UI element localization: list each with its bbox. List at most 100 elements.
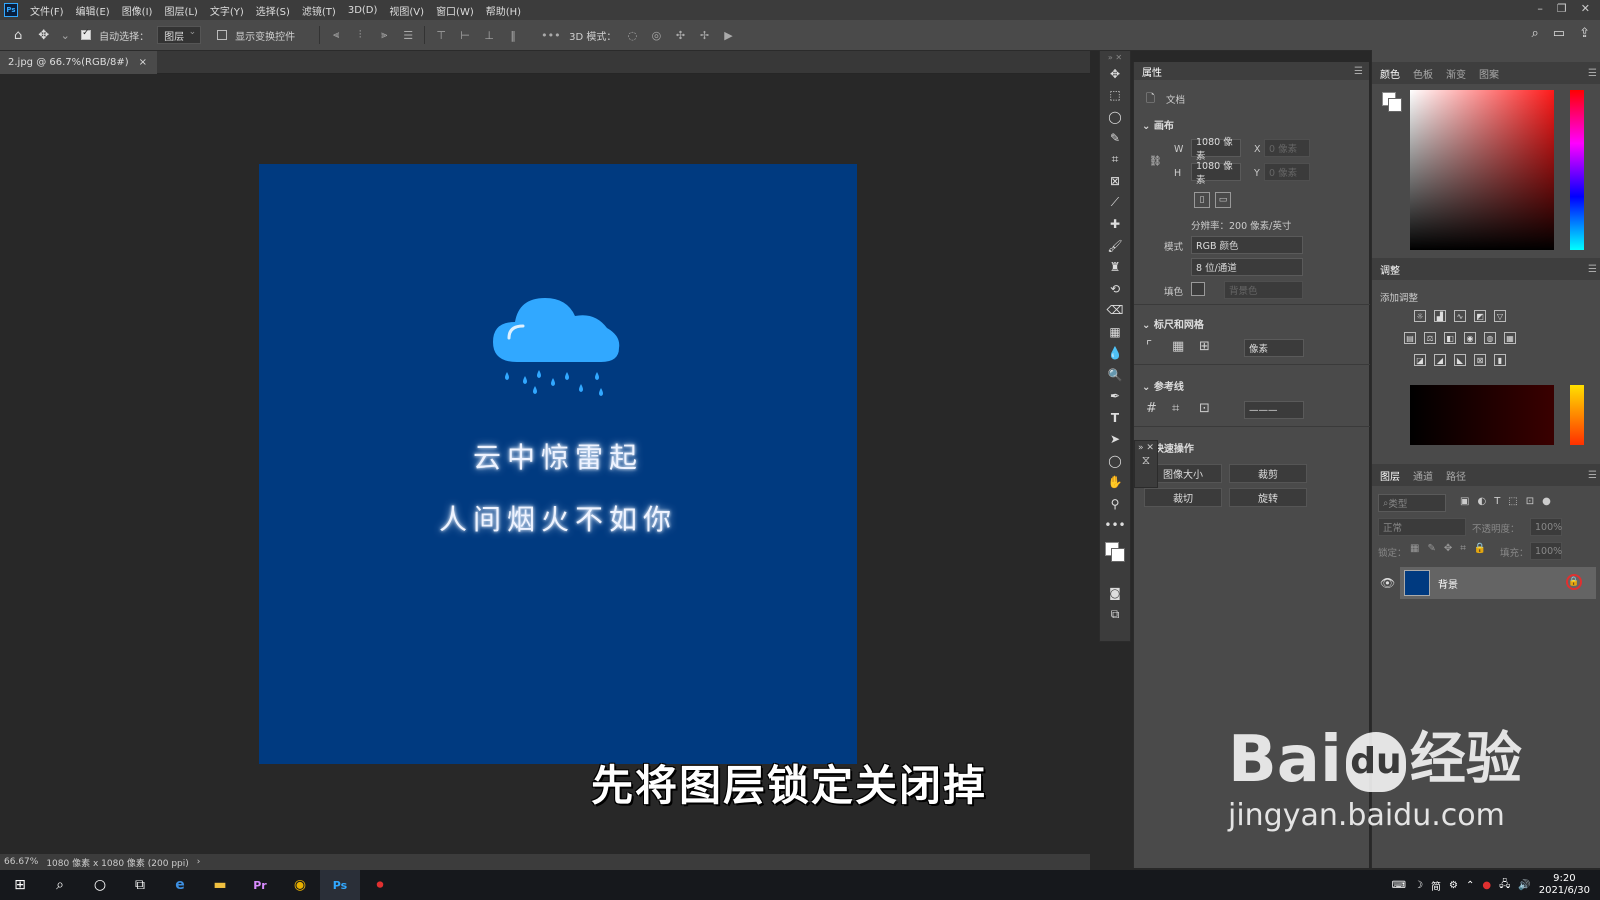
background-color-swatch[interactable] <box>1388 98 1402 112</box>
ellipse-tool-icon[interactable]: ◯ <box>1100 450 1130 472</box>
tab-patterns[interactable]: 图案 <box>1479 66 1499 81</box>
secondary-color-field[interactable] <box>1410 385 1554 445</box>
home-icon[interactable]: ⌂ <box>14 28 22 43</box>
eyedropper-tool-icon[interactable]: ⟋ <box>1100 192 1130 214</box>
history-brush-icon[interactable]: ⟲ <box>1100 278 1130 300</box>
chrome-icon[interactable]: ◉ <box>280 870 320 900</box>
path-select-tool-icon[interactable]: ➤ <box>1100 429 1130 451</box>
move-tool-icon[interactable]: ✥ <box>38 28 49 43</box>
canvas-section[interactable]: ⌄ 画布 <box>1142 117 1174 132</box>
pixel-filter-icon[interactable]: ▣ <box>1460 496 1469 507</box>
threshold-icon[interactable]: ◣ <box>1454 354 1466 366</box>
filter-toggle-icon[interactable]: ● <box>1542 496 1551 507</box>
screen-mode-icon[interactable]: ⧉ <box>1100 604 1130 626</box>
fill-color-swatch[interactable] <box>1191 282 1205 296</box>
auto-select-target-dropdown[interactable]: 图层 <box>157 26 202 44</box>
hand-tool-icon[interactable]: ✋ <box>1100 472 1130 494</box>
smart-object-filter-icon[interactable]: ⊡ <box>1526 496 1534 507</box>
layer-filter-search[interactable]: ⌕ 类型 <box>1378 494 1446 512</box>
premiere-icon[interactable]: Pr <box>240 870 280 900</box>
quick-mask-icon[interactable]: ◙ <box>1100 582 1130 604</box>
bit-depth-dropdown[interactable]: 8 位/通道 <box>1191 258 1303 276</box>
dodge-tool-icon[interactable]: 🔍 <box>1100 364 1130 386</box>
menu-layer[interactable]: 图层(L) <box>158 3 203 18</box>
drag-3d-icon[interactable]: ✣ <box>672 29 688 42</box>
menu-help[interactable]: 帮助(H) <box>480 3 527 18</box>
color-lookup-icon[interactable]: ▦ <box>1504 332 1516 344</box>
shape-filter-icon[interactable]: ⬚ <box>1508 496 1517 507</box>
chevron-up-icon[interactable]: ⌃ <box>1466 880 1474 891</box>
height-field[interactable]: 1080 像素 <box>1191 161 1241 186</box>
tab-color[interactable]: 颜色 <box>1380 66 1400 81</box>
restore-icon[interactable]: ❐ <box>1557 2 1567 15</box>
crop-tool-icon[interactable]: ⌗ <box>1100 149 1130 171</box>
quick-select-tool-icon[interactable]: ✎ <box>1100 128 1130 150</box>
channel-mixer-icon[interactable]: ◍ <box>1484 332 1496 344</box>
blend-mode-dropdown[interactable]: 正常 <box>1378 518 1466 536</box>
move-tool-icon[interactable]: ✥ <box>1100 63 1130 85</box>
stamp-tool-icon[interactable]: ♜ <box>1100 257 1130 279</box>
trim-button[interactable]: 裁切 <box>1144 488 1222 507</box>
ruler-unit-dropdown[interactable]: 像素 <box>1244 339 1304 357</box>
gradient-tool-icon[interactable]: ▦ <box>1100 321 1130 343</box>
photoshop-taskbar-icon[interactable]: Ps <box>320 870 360 900</box>
slide-3d-icon[interactable]: ✢ <box>696 29 712 42</box>
minimize-icon[interactable]: – <box>1537 2 1543 15</box>
posterize-icon[interactable]: ◢ <box>1434 354 1446 366</box>
auto-select-checkbox[interactable] <box>81 28 92 40</box>
chevron-down-icon[interactable]: ⌄ <box>57 29 73 42</box>
clock[interactable]: 9:20 2021/6/30 <box>1539 873 1590 897</box>
document-tab[interactable]: 2.jpg @ 66.7%(RGB/8#) × <box>0 51 158 74</box>
ime-mode-icon[interactable]: ☽ <box>1414 880 1423 891</box>
volume-icon[interactable]: 🔊 <box>1518 880 1530 891</box>
zoom-tool-icon[interactable]: ⚲ <box>1100 493 1130 515</box>
tab-swatches[interactable]: 色板 <box>1413 66 1433 81</box>
guide-style-dropdown[interactable]: ——— <box>1244 401 1304 419</box>
windows-start-icon[interactable]: ⊞ <box>0 870 40 900</box>
tab-paths[interactable]: 路径 <box>1446 468 1466 483</box>
brush-tool-icon[interactable]: 🖌 <box>1100 235 1130 257</box>
marquee-tool-icon[interactable]: ⬚ <box>1100 85 1130 107</box>
exposure-icon[interactable]: ◩ <box>1474 310 1486 322</box>
secondary-hue-slider[interactable] <box>1570 385 1584 445</box>
orbit-3d-icon[interactable]: ◌ <box>624 29 640 42</box>
distribute-icon[interactable]: ☰ <box>400 29 416 42</box>
smart-guides-icon[interactable]: ⌗ <box>1172 401 1179 416</box>
color-swatches[interactable] <box>1100 536 1130 582</box>
align-left-icon[interactable]: ⫷ <box>328 28 344 42</box>
workspace-icon[interactable]: ▭ <box>1553 26 1565 41</box>
blur-tool-icon[interactable]: 💧 <box>1100 343 1130 365</box>
lock-all-icon[interactable]: 🔒 <box>1474 543 1486 554</box>
photo-filter-icon[interactable]: ◉ <box>1464 332 1476 344</box>
invert-icon[interactable]: ◪ <box>1414 354 1426 366</box>
black-white-icon[interactable]: ◧ <box>1444 332 1456 344</box>
y-field[interactable]: 0 像素 <box>1264 163 1310 181</box>
color-field[interactable] <box>1410 90 1554 250</box>
pixel-grid-icon[interactable]: ⊞ <box>1199 339 1210 354</box>
panel-menu-icon[interactable]: ☰ <box>1354 66 1363 77</box>
align-middle-icon[interactable]: ⊢ <box>457 29 473 42</box>
more-options-icon[interactable]: ••• <box>541 29 560 42</box>
levels-icon[interactable]: ▟ <box>1434 310 1446 322</box>
menu-type[interactable]: 文字(Y) <box>204 3 250 18</box>
gradient-map-icon[interactable]: ▮ <box>1494 354 1506 366</box>
hue-slider[interactable] <box>1570 90 1584 250</box>
frame-tool-icon[interactable]: ⊠ <box>1100 171 1130 193</box>
rotate-button[interactable]: 旋转 <box>1229 488 1307 507</box>
width-field[interactable]: 1080 像素 <box>1191 137 1241 162</box>
properties-tab[interactable]: 属性 ☰ <box>1134 62 1369 80</box>
crop-button[interactable]: 裁剪 <box>1229 464 1307 483</box>
collapsed-panel-strip[interactable]: » ✕ ⧖ <box>1134 440 1158 488</box>
lock-transparency-icon[interactable]: ▦ <box>1410 543 1419 554</box>
adjustment-filter-icon[interactable]: ◐ <box>1477 496 1486 507</box>
menu-window[interactable]: 窗口(W) <box>430 3 480 18</box>
status-menu-arrow[interactable]: › <box>197 857 201 867</box>
layer-lock-icon[interactable]: 🔒 <box>1566 574 1582 590</box>
close-tab-icon[interactable]: × <box>139 57 147 68</box>
link-icon[interactable]: ⛓ <box>1149 156 1162 167</box>
camera-3d-icon[interactable]: ▶ <box>720 29 736 42</box>
lock-position-icon[interactable]: ✥ <box>1444 543 1452 554</box>
keyboard-icon[interactable]: ⌨ <box>1392 880 1406 891</box>
panel-menu-icon[interactable]: ☰ <box>1588 264 1597 275</box>
share-icon[interactable]: ⇪ <box>1579 26 1590 41</box>
